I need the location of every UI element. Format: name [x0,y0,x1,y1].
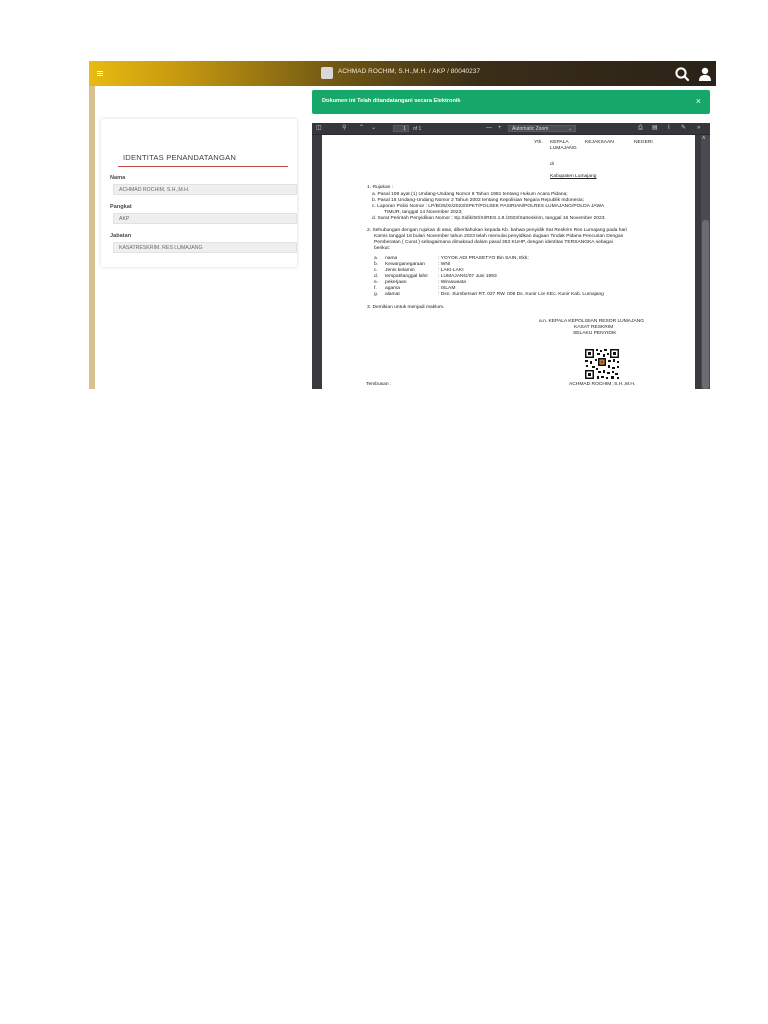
sidebar-toggle-icon[interactable]: ◫ [316,124,322,133]
rank-field: AKP [113,213,297,224]
doc-recipient-3: NEGERI [634,140,653,145]
pdf-viewer: ◫ ⚲ ⌃ ⌄ 1 of 1 — + Automatic Zoom ⌄ ⎙ ▤ … [312,123,710,389]
alert-close-button[interactable]: × [696,96,701,107]
next-page-icon[interactable]: ⌄ [371,124,376,133]
user-info-label: ACHMAD ROCHIM, S.H.,M.H. / AKP / 8004023… [338,68,481,75]
card-title: IDENTITAS PENANDATANGAN [123,153,237,162]
signature-qr-code [584,348,620,380]
pdf-page: Yth. KEPALA KEJAKSAAN NEGERI LUMAJANG di… [322,135,695,389]
ident-value: : YOYOK ADI PRASETYO Bin SAIN, Ekk; [438,256,529,261]
signature-success-alert: Dokumen ini Telah ditandatangani secara … [312,90,710,114]
doc-recipient-2: KEJAKSAAN [585,140,614,145]
doc-yth: Yth. [534,140,543,145]
position-field: KASATRESKRIM. RES LUMAJANG [113,242,297,253]
ident-label: alamat [385,292,400,297]
ident-value: : Dsn. Sumbersari RT. 027 RW. 006 Ds. Ku… [438,292,604,297]
title-underline [118,166,288,167]
app-screenshot: ACHMAD ROCHIM, S.H.,M.H. / AKP / 8004023… [89,61,716,389]
name-field: ACHMAD ROCHIM, S.H.,M.H. [113,184,297,195]
text-select-icon[interactable]: I [668,124,670,133]
doc-di: di [550,162,554,167]
scroll-up-icon[interactable]: ˄ [702,135,706,144]
alert-message: Dokumen ini Telah ditandatangani secara … [322,98,461,104]
previous-page-icon[interactable]: ⌃ [359,124,364,133]
signer-identity-card: IDENTITAS PENANDATANGAN Nama ACHMAD ROCH… [101,119,297,267]
pdf-scrollbar[interactable] [701,135,710,389]
zoom-out-icon[interactable]: — [486,124,492,133]
chevron-down-icon: ⌄ [568,126,573,132]
main-content: Dokumen ini Telah ditandatangani secara … [302,86,716,389]
doc-recipient-4: LUMAJANG [550,146,577,151]
doc-s1-head: 1. Rujukan : [367,185,394,190]
doc-s2-4: berikut: [374,246,391,251]
user-avatar [321,67,333,79]
user-account-icon[interactable] [698,66,712,82]
doc-sig-3: SELAKU PENYIDIK [573,331,617,336]
doc-s2-3: Pemberatan ( Curat ) sebagaimana dimaksu… [374,240,613,245]
zoom-select[interactable]: Automatic Zoom [508,125,576,132]
doc-s1-d: d. Surat Perintah Penyidikan Nomor : Sp.… [372,216,606,221]
search-icon[interactable] [674,66,690,82]
zoom-in-icon[interactable]: + [498,124,502,133]
name-label: Nama [110,175,126,181]
pdf-toolbar: ◫ ⚲ ⌃ ⌄ 1 of 1 — + Automatic Zoom ⌄ ⎙ ▤ … [312,123,710,135]
draw-icon[interactable]: ✎ [681,124,686,133]
top-navbar: ACHMAD ROCHIM, S.H.,M.H. / AKP / 8004023… [89,61,716,86]
ident-key: g. [374,292,379,297]
doc-s3: 3. Demikian untuk menjadi maklum. [367,305,445,310]
doc-place: Kabupaten Lumajang [550,174,597,179]
doc-tembusan: Tembusan : [366,382,392,387]
doc-sig-name: ACHMAD ROCHIM, S.H.,M.H. [569,382,636,387]
scrollbar-thumb[interactable] [702,220,709,389]
find-icon[interactable]: ⚲ [342,124,346,133]
more-tools-icon[interactable]: » [697,124,700,133]
print-icon[interactable]: ⎙ [638,124,643,133]
page-number-input[interactable]: 1 [393,125,409,132]
page-total: of 1 [413,126,422,132]
hamburger-menu-icon[interactable] [95,67,105,79]
position-label: Jabatan [110,233,132,239]
download-icon[interactable]: ▤ [652,124,658,133]
rank-label: Pangkat [110,204,132,210]
